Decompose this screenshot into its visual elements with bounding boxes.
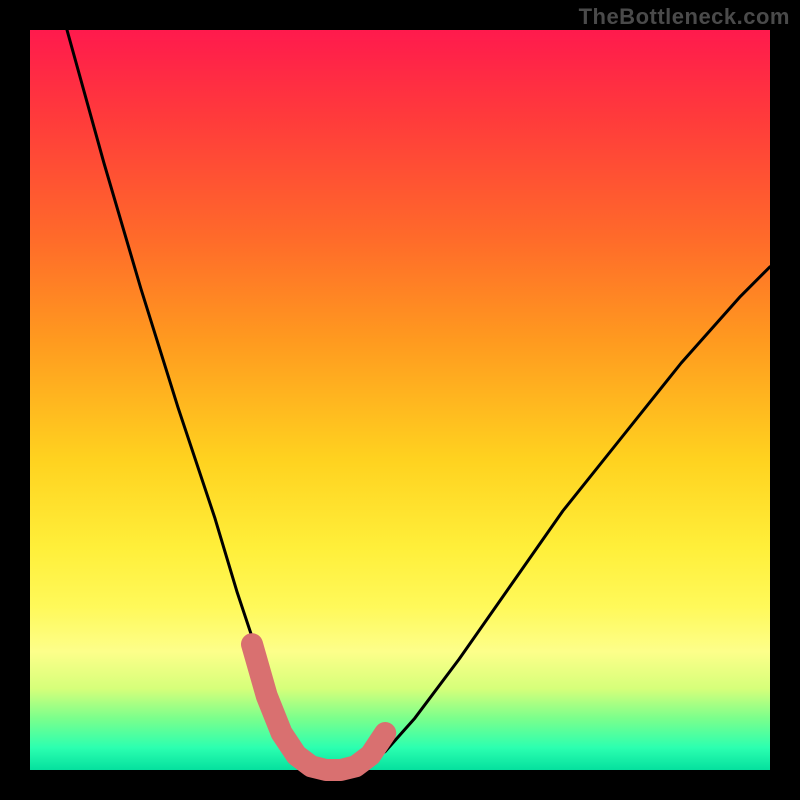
trough-marker <box>252 644 385 770</box>
watermark-text: TheBottleneck.com <box>579 4 790 30</box>
bottleneck-curve <box>67 30 770 770</box>
curve-layer <box>30 30 770 770</box>
chart-frame: TheBottleneck.com <box>0 0 800 800</box>
